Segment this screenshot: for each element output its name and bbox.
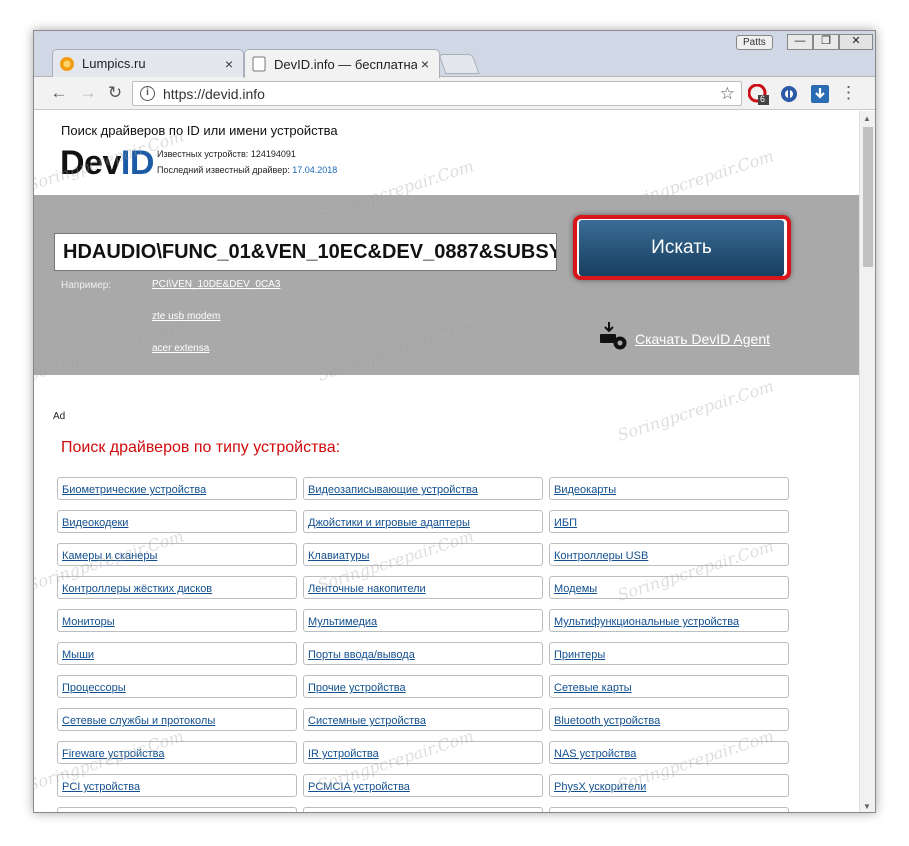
tab-devid[interactable]: DevID.info — бесплатная × [244,49,440,78]
vpn-extension-icon[interactable] [779,84,799,104]
category-link[interactable]: Системные устройства [303,708,543,731]
download-agent-icon [597,321,629,356]
category-link[interactable]: Прочие устройства [303,675,543,698]
known-devices-stat: Известных устройств: 124194091 [157,149,296,159]
back-icon[interactable]: ← [48,82,70,104]
devid-agent-download[interactable]: Скачать DevID Agent [597,321,770,356]
tab-close-icon[interactable]: × [221,56,237,72]
category-link[interactable]: ИБП [549,510,789,533]
browser-menu-icon[interactable]: ⋮ [840,83,857,103]
device-category-grid: Биометрические устройства Видеозаписываю… [57,477,789,812]
logo-dev: Dev [60,144,121,182]
category-link[interactable]: Видеозаписывающие устройства [303,477,543,500]
user-profile-badge[interactable]: Patts [736,35,773,50]
category-link[interactable]: Bluetooth устройства [549,708,789,731]
example-label: Например: [61,280,112,291]
tab-title: Lumpics.ru [82,56,146,71]
known-devices-value: 124194091 [250,149,296,159]
category-link[interactable]: Сетевые службы и протоколы [57,708,297,731]
opera-extension-icon[interactable]: 6 [747,83,769,105]
example-link-zte[interactable]: zte usb modem [152,311,220,322]
last-driver-label: Последний известный драйвер: [157,165,290,175]
category-link[interactable]: Порты ввода/вывода [303,642,543,665]
category-link[interactable]: Процессоры [57,675,297,698]
device-id-search-input[interactable]: HDAUDIO\FUNC_01&VEN_10EC&DEV_0887&SUBSYS [54,233,557,271]
address-url: https://devid.info [163,86,265,102]
category-link[interactable]: Fireware устройства [57,741,297,764]
example-link-acer[interactable]: acer extensa [152,343,209,354]
category-link[interactable]: Клавиатуры [303,543,543,566]
last-driver-date: 17.04.2018 [292,165,338,175]
search-button[interactable]: Искать [579,220,784,276]
category-link[interactable]: Принтеры [549,642,789,665]
ad-label: Ad [53,411,66,422]
category-link[interactable]: Мыши [57,642,297,665]
browser-window: Lumpics.ru × DevID.info — бесплатная × P… [33,30,876,813]
category-link[interactable] [303,807,543,812]
watermark-text: Soringpcrepair.Com [615,376,777,445]
page-favicon-icon [251,56,267,72]
category-link[interactable]: Биометрические устройства [57,477,297,500]
category-link[interactable] [549,807,789,812]
close-window-button[interactable]: ✕ [839,34,873,50]
category-link[interactable]: Джойстики и игровые адаптеры [303,510,543,533]
category-link[interactable]: Модемы [549,576,789,599]
extension-badge-count: 6 [760,94,766,104]
devid-logo[interactable]: DevID [60,144,154,183]
example-link-pci[interactable]: PCI\VEN_10DE&DEV_0CA3 [152,279,280,290]
category-link[interactable]: Ленточные накопители [303,576,543,599]
category-link[interactable]: Контроллеры жёстких дисков [57,576,297,599]
new-tab-button[interactable] [438,54,480,74]
scrollbar-thumb[interactable] [863,127,873,267]
category-link[interactable]: Контроллеры USB [549,543,789,566]
site-info-icon[interactable]: i [140,86,155,101]
address-bar[interactable]: i https://devid.info ☆ [132,81,742,106]
page-content: Поиск драйверов по ID или имени устройст… [34,111,860,812]
minimize-button[interactable]: — [787,34,813,50]
logo-id: ID [120,144,155,182]
page-scrollbar[interactable]: ▲ ▼ [859,111,875,812]
category-link[interactable]: Мультифункциональные устройства [549,609,789,632]
download-agent-link[interactable]: Скачать DevID Agent [635,331,770,347]
category-link[interactable] [57,807,297,812]
category-link[interactable]: Мультимедиа [303,609,543,632]
tab-title: DevID.info — бесплатная [274,56,417,72]
section-title: Поиск драйверов по типу устройства: [61,439,341,456]
search-panel: HDAUDIO\FUNC_01&VEN_10EC&DEV_0887&SUBSYS… [34,195,860,375]
category-link[interactable]: Видеокарты [549,477,789,500]
category-link[interactable]: Камеры и сканеры [57,543,297,566]
category-link[interactable]: PCI устройства [57,774,297,797]
scroll-down-icon[interactable]: ▼ [863,802,871,811]
category-link[interactable]: Видеокодеки [57,510,297,533]
category-link[interactable]: PhysX ускорители [549,774,789,797]
category-link[interactable]: NAS устройства [549,741,789,764]
download-extension-icon[interactable] [810,84,830,104]
scroll-up-icon[interactable]: ▲ [863,114,871,123]
bookmark-star-icon[interactable]: ☆ [720,84,735,104]
reload-icon[interactable]: ↻ [104,82,126,104]
lumpics-favicon-icon [59,56,75,72]
category-link[interactable]: Мониторы [57,609,297,632]
category-link[interactable]: IR устройства [303,741,543,764]
restore-button[interactable]: ❐ [813,34,839,50]
site-tagline: Поиск драйверов по ID или имени устройст… [61,123,338,138]
tab-close-icon[interactable]: × [417,56,433,72]
tab-strip: Lumpics.ru × DevID.info — бесплатная × P… [34,31,875,78]
category-link[interactable]: Сетевые карты [549,675,789,698]
known-devices-label: Известных устройств: [157,149,249,159]
tab-lumpics[interactable]: Lumpics.ru × [52,49,244,77]
category-link[interactable]: PCMCIA устройства [303,774,543,797]
last-driver-stat: Последний известный драйвер: 17.04.2018 [157,165,337,175]
browser-toolbar: ← → ↻ i https://devid.info ☆ 6 ⋮ [34,77,875,110]
forward-icon[interactable]: → [77,82,99,104]
